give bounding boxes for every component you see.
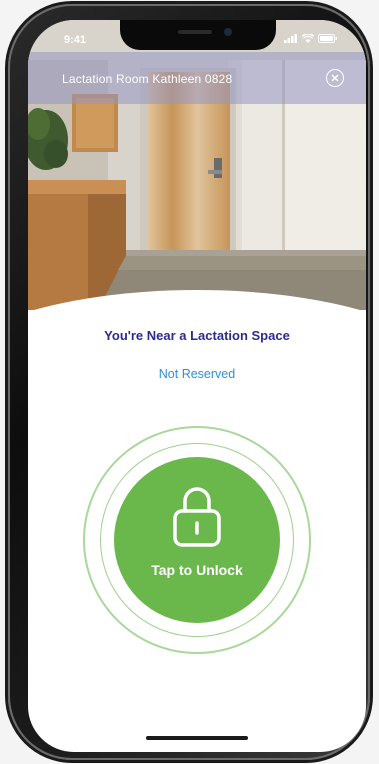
close-icon <box>331 74 339 82</box>
unlock-label: Tap to Unlock <box>151 562 243 578</box>
signal-icon <box>284 34 297 43</box>
status-time: 9:41 <box>64 34 87 46</box>
near-space-title: You're Near a Lactation Space <box>104 328 290 343</box>
home-indicator[interactable] <box>146 736 248 740</box>
lock-icon <box>173 487 221 547</box>
tap-to-unlock-button[interactable]: Tap to Unlock <box>114 457 280 623</box>
wifi-icon <box>302 34 314 43</box>
notch <box>120 20 276 50</box>
phone-screen: Lactation Room Kathleen 0828 9:41 You're… <box>28 20 366 752</box>
speaker-grille <box>178 30 212 34</box>
status-icons <box>284 34 338 43</box>
battery-icon <box>318 34 337 43</box>
room-title: Lactation Room Kathleen 0828 <box>62 72 233 86</box>
phone-frame: Lactation Room Kathleen 0828 9:41 You're… <box>8 4 370 760</box>
front-camera <box>224 28 232 36</box>
reservation-status: Not Reserved <box>158 367 236 381</box>
close-button[interactable] <box>326 69 344 87</box>
device-stage: Lactation Room Kathleen 0828 9:41 You're… <box>0 0 379 764</box>
